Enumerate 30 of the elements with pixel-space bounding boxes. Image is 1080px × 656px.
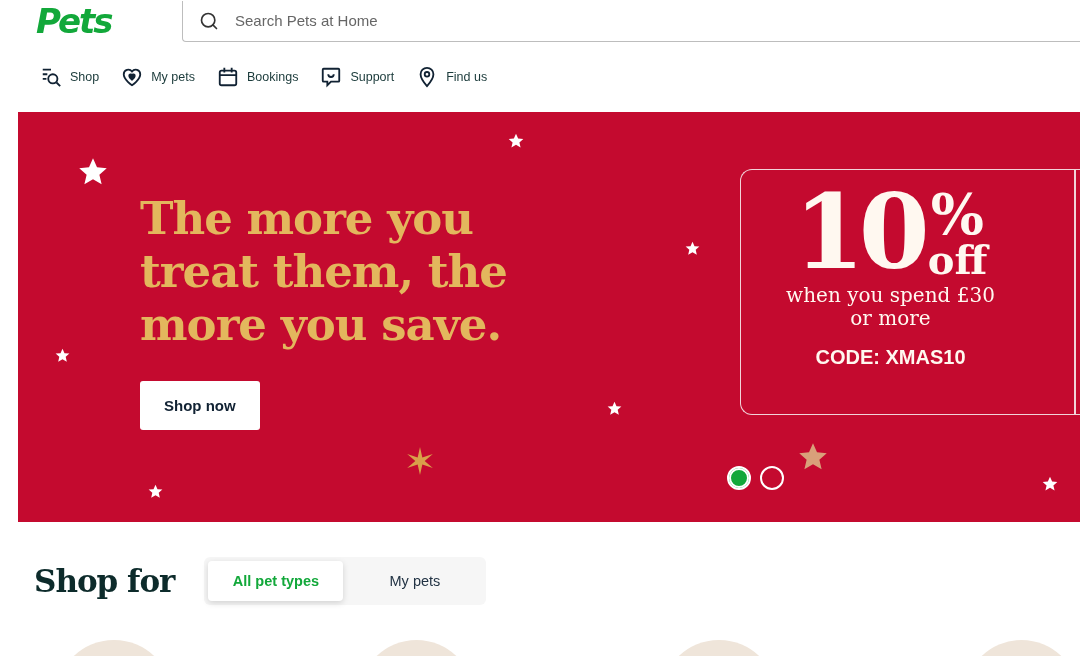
chat-icon — [320, 66, 343, 88]
section-title: Shop for — [34, 563, 175, 599]
star-icon — [55, 348, 70, 363]
star-icon — [607, 401, 622, 416]
nav-link[interactable]: Find us — [416, 66, 488, 88]
percent-sign: % — [930, 188, 985, 240]
search-list-icon — [40, 66, 62, 88]
calendar-icon — [216, 66, 239, 88]
nav-link[interactable]: Shop — [40, 66, 100, 88]
shop-now-button[interactable]: Shop now — [140, 381, 260, 430]
star-icon — [1042, 476, 1058, 492]
star-icon — [508, 133, 524, 149]
sparkle-icon — [406, 447, 434, 475]
star-icon — [78, 157, 108, 187]
carousel-dot[interactable] — [760, 466, 784, 490]
star-icon — [148, 484, 163, 499]
offer-condition: when you spend £30 or more — [785, 284, 996, 330]
banner-headline: The more you treat them, the more you save. — [140, 192, 508, 351]
promo-code: CODE: XMAS10 — [815, 346, 966, 369]
heart-icon — [121, 66, 144, 88]
nav-link[interactable]: Bookings — [216, 66, 299, 88]
search-icon — [199, 10, 219, 31]
carousel-dot[interactable] — [727, 466, 751, 490]
star-icon — [798, 442, 828, 472]
star-icon — [685, 241, 700, 256]
pet-type-tab[interactable]: My pets — [347, 561, 483, 601]
offer-amount: 10 — [793, 184, 924, 280]
nav-link[interactable]: Support — [320, 66, 395, 88]
nav-link[interactable]: My pets — [121, 66, 195, 88]
offer-off: off — [927, 240, 988, 280]
